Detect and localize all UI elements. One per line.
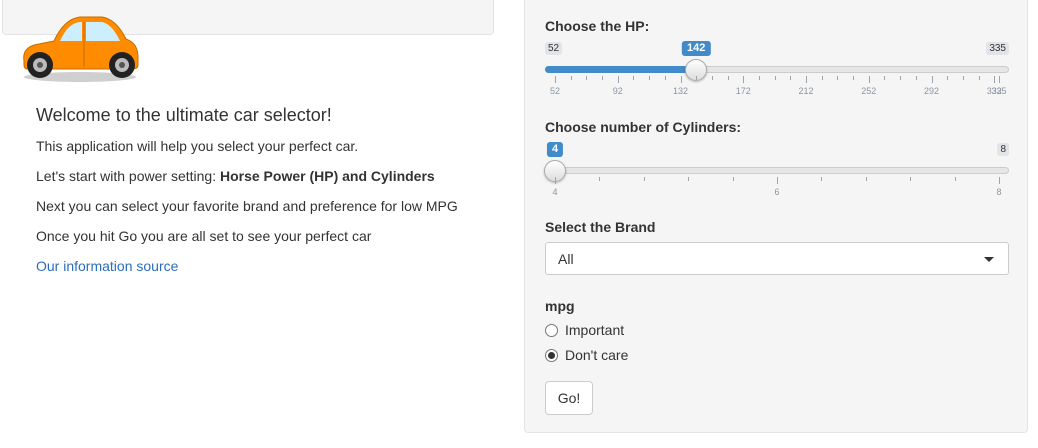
intro-line-1: This application will help you select yo…: [36, 138, 359, 154]
intro-line-4: Once you hit Go you are all set to see y…: [36, 228, 372, 244]
cylinders-slider-label: Choose number of Cylinders:: [545, 119, 742, 135]
chevron-down-icon[interactable]: [984, 257, 994, 262]
cylinders-slider-minor-tick: [954, 177, 956, 181]
hp-slider-tick: [680, 76, 682, 83]
hp-slider-tick-label: 292: [924, 86, 940, 96]
hp-slider-minor-tick: [962, 76, 964, 80]
sidebar-panel: Choose the HP: 52 335 142 52 92 132 172 212 2…: [524, 0, 1028, 433]
radio-important[interactable]: [545, 323, 558, 337]
cylinders-slider-minor-tick: [865, 177, 867, 181]
hp-slider-minor-tick: [947, 76, 949, 80]
cylinders-slider-tick: [777, 177, 778, 184]
brand-select-label: Select the Brand: [545, 219, 656, 235]
intro-line-2-bold: Horse Power (HP) and Cylinders: [219, 168, 435, 184]
hp-slider-minor-tick: [837, 76, 839, 80]
welcome-heading: Welcome to the ultimate car selector!: [36, 105, 332, 125]
cylinders-slider-tick-label: 8: [996, 187, 1002, 197]
mpg-option-important[interactable]: Important: [545, 320, 624, 340]
hp-slider-minor-tick: [978, 76, 980, 80]
mpg-label: mpg: [545, 298, 575, 314]
hp-slider-tick: [806, 76, 808, 83]
intro-line-2: Let's start with power setting: Horse Po…: [36, 166, 496, 186]
hp-slider-minor-tick: [900, 76, 902, 80]
hp-slider-minor-tick: [633, 76, 635, 80]
hp-slider-tick-label: 172: [735, 86, 751, 96]
cylinders-slider-tick: [555, 177, 556, 184]
brand-select-value: All: [558, 251, 574, 267]
hp-slider-minor-tick: [790, 76, 792, 80]
hp-slider-minor-tick: [664, 76, 666, 80]
hp-slider-minor-tick: [915, 76, 917, 80]
hp-slider-tick: [931, 76, 933, 83]
cylinders-slider-max-label: 8: [997, 143, 1009, 156]
radio-dont-care[interactable]: [545, 348, 558, 362]
hp-slider-min-label: 52: [545, 42, 563, 55]
cylinders-slider-minor-tick: [821, 177, 823, 181]
hp-slider-minor-tick: [884, 76, 886, 80]
hp-slider-tick-label: 212: [798, 86, 814, 96]
cylinders-slider-tick-label: 6: [774, 187, 780, 197]
cylinders-slider-tick-label: 4: [552, 187, 558, 197]
hp-slider-tick-label: 335: [991, 86, 1007, 96]
cylinders-slider-minor-tick: [643, 177, 645, 181]
hp-slider[interactable]: 52 335 142 52 92 132 172 212 252 292 332 335: [545, 41, 1009, 102]
hp-slider-minor-tick: [727, 76, 729, 80]
hp-slider-tick-label: 252: [861, 86, 877, 96]
information-source-link[interactable]: Our information source: [36, 258, 178, 274]
hp-slider-tick: [868, 76, 870, 83]
hp-slider-minor-tick: [649, 76, 651, 80]
hp-slider-tick: [994, 76, 996, 83]
hp-slider-minor-tick: [758, 76, 760, 80]
intro-line-3: Next you can select your favorite brand …: [36, 198, 458, 214]
hp-slider-tick: [555, 76, 556, 83]
cylinders-slider-minor-tick: [732, 177, 734, 181]
hp-slider-minor-tick: [821, 76, 823, 80]
hp-slider-tick-label: 92: [612, 86, 623, 96]
cylinders-slider-minor-tick: [688, 177, 690, 181]
hp-slider-minor-tick: [853, 76, 855, 80]
hp-slider-max-label: 335: [986, 42, 1009, 55]
car-icon: [23, 16, 139, 82]
hp-slider-minor-tick: [602, 76, 604, 80]
cylinders-slider-minor-tick: [910, 177, 912, 181]
brand-select[interactable]: All: [545, 242, 1009, 275]
hp-slider-tick: [617, 76, 619, 83]
hp-slider-minor-tick: [711, 76, 713, 80]
hp-slider-minor-tick: [586, 76, 588, 80]
cylinders-slider-value-label: 4: [546, 142, 564, 157]
radio-dont-care-label[interactable]: Don't care: [565, 347, 628, 363]
cylinders-slider-track[interactable]: [545, 167, 1009, 174]
hp-slider-minor-tick: [774, 76, 776, 80]
cylinders-slider[interactable]: 4 8 4 468: [544, 142, 1009, 203]
cylinders-slider-tick: [999, 177, 1000, 184]
mpg-option-dont-care[interactable]: Don't care: [545, 345, 628, 365]
go-button[interactable]: Go!: [545, 381, 593, 415]
hp-slider-minor-tick: [570, 76, 572, 80]
intro-section: Welcome to the ultimate car selector! Th…: [36, 105, 496, 276]
hp-slider-fill: [545, 66, 697, 73]
intro-line-2-prefix: Let's start with power setting:: [36, 168, 220, 184]
hp-slider-tick-label: 52: [549, 86, 561, 96]
hp-slider-minor-tick: [696, 76, 698, 80]
radio-important-label[interactable]: Important: [565, 322, 624, 338]
hp-slider-tick: [743, 76, 745, 83]
hp-slider-tick: [999, 76, 1000, 83]
hp-slider-value-label: 142: [682, 41, 711, 56]
hp-slider-tick-label: 132: [672, 86, 689, 96]
cylinders-slider-minor-tick: [599, 177, 601, 181]
hp-slider-label: Choose the HP:: [545, 18, 650, 34]
